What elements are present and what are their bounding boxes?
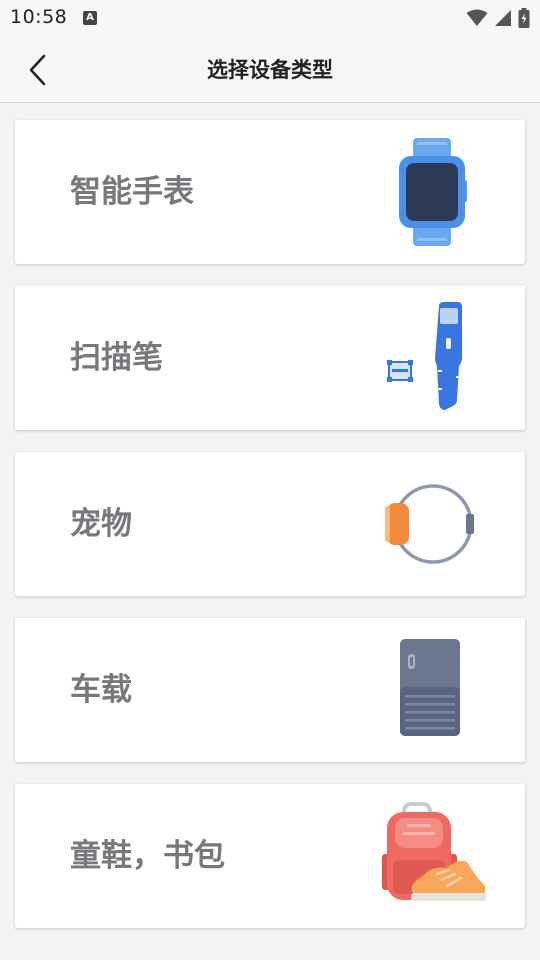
smartwatch-icon bbox=[399, 138, 467, 246]
device-card-scan-pen[interactable]: 扫描笔 bbox=[15, 286, 525, 430]
device-label: 扫描笔 bbox=[70, 340, 163, 376]
device-label: 车载 bbox=[70, 672, 132, 708]
device-label: 智能手表 bbox=[70, 174, 194, 210]
cellular-signal-icon bbox=[495, 10, 511, 26]
pet-collar-icon bbox=[385, 484, 474, 564]
device-card-vehicle[interactable]: 车载 bbox=[15, 618, 525, 762]
device-card-schoolbag-shoes[interactable]: 童鞋，书包 bbox=[15, 784, 525, 928]
device-card-pet[interactable]: 宠物 bbox=[15, 452, 525, 596]
wifi-icon bbox=[466, 9, 488, 26]
app-header: 选择设备类型 bbox=[0, 36, 540, 103]
battery-charging-icon bbox=[518, 8, 530, 28]
status-icons bbox=[466, 7, 530, 29]
device-type-list: 智能手表 扫描笔 宠物 车载 童鞋，书包 bbox=[15, 120, 525, 950]
device-label: 童鞋，书包 bbox=[70, 838, 225, 874]
status-bar: 10:58 A bbox=[0, 0, 540, 36]
notification-icon: A bbox=[83, 11, 97, 25]
scan-pen-icon bbox=[387, 302, 462, 410]
page-title: 选择设备类型 bbox=[207, 58, 333, 82]
device-card-smartwatch[interactable]: 智能手表 bbox=[15, 120, 525, 264]
status-time: 10:58 bbox=[10, 6, 68, 28]
schoolbag-shoe-icon bbox=[382, 802, 486, 901]
vehicle-device-icon bbox=[400, 639, 460, 736]
device-label: 宠物 bbox=[70, 506, 132, 542]
